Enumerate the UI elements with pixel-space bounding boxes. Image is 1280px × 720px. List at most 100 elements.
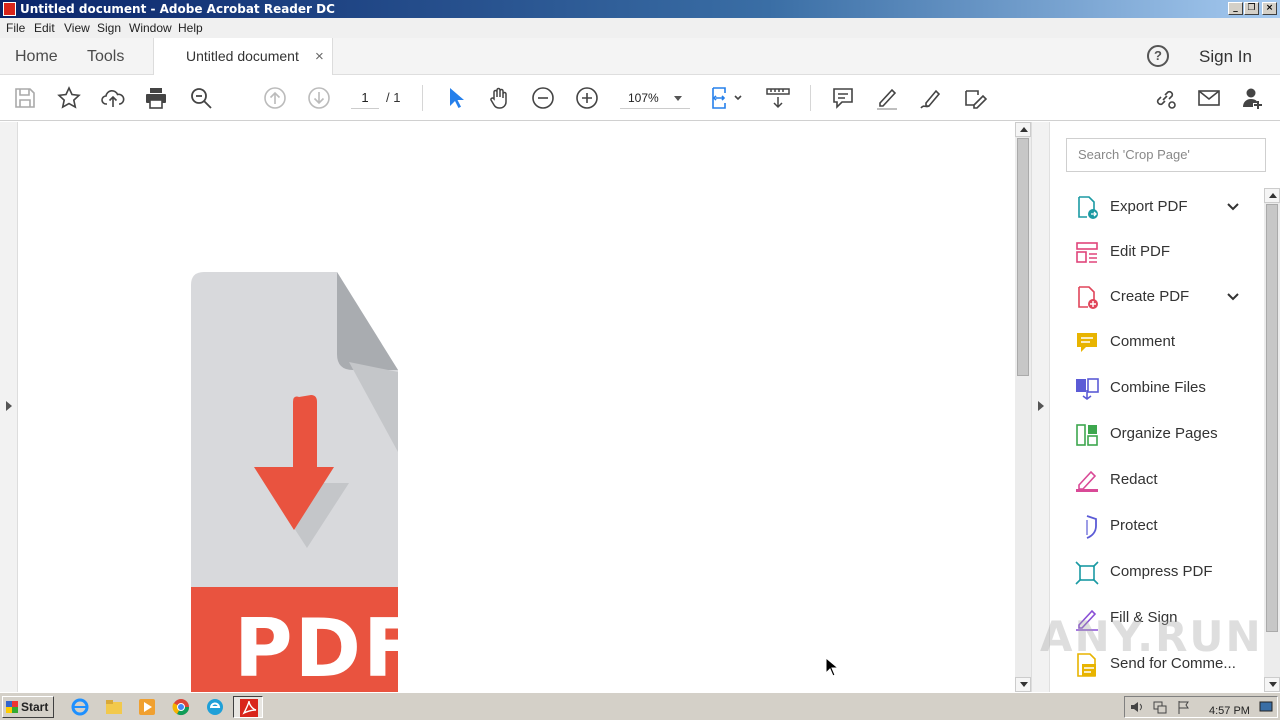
add-user-icon[interactable] <box>1240 85 1266 111</box>
zoom-out-icon[interactable] <box>530 85 556 111</box>
previous-page-icon[interactable] <box>262 85 288 111</box>
tool-label: Comment <box>1110 333 1176 350</box>
compress-pdf-icon <box>1075 561 1099 585</box>
next-page-icon[interactable] <box>306 85 332 111</box>
hand-tool-icon[interactable] <box>486 85 512 111</box>
window-title: Untitled document - Adobe Acrobat Reader… <box>20 2 335 16</box>
highlight-pen-icon[interactable] <box>874 85 900 111</box>
action-center-flag-icon[interactable] <box>1177 700 1191 714</box>
scrollbar-thumb[interactable] <box>1017 138 1029 376</box>
scroll-up-button[interactable] <box>1015 122 1031 137</box>
fit-page-icon[interactable] <box>708 85 744 111</box>
chevron-down-icon[interactable] <box>1226 200 1240 214</box>
email-icon[interactable] <box>1196 85 1222 111</box>
mouse-cursor-icon <box>825 657 839 677</box>
show-desktop-icon[interactable] <box>1259 700 1273 714</box>
tool-label: Edit PDF <box>1110 243 1171 260</box>
nav-bar: Home Tools Untitled document × ? Sign In <box>0 38 1280 76</box>
restore-button[interactable]: ❐ <box>1244 2 1259 15</box>
volume-icon[interactable] <box>1130 700 1144 714</box>
tool-label: Redact <box>1110 471 1158 488</box>
help-icon[interactable]: ? <box>1147 45 1169 67</box>
bookmark-star-icon[interactable] <box>56 85 82 111</box>
zoom-search-icon[interactable] <box>188 85 214 111</box>
tool-item-redact[interactable]: Redact <box>1066 460 1252 500</box>
menu-file[interactable]: File <box>6 21 25 35</box>
tool-item-export-pdf[interactable]: Export PDF <box>1066 187 1252 227</box>
chevron-down-icon <box>674 96 682 101</box>
tool-label: Create PDF <box>1110 288 1190 305</box>
scroll-down-button[interactable] <box>1264 677 1280 692</box>
comment-icon[interactable] <box>830 85 856 111</box>
windows-logo-icon <box>6 701 18 713</box>
document-page[interactable]: PDF <box>19 122 1015 695</box>
menu-window[interactable]: Window <box>129 21 172 35</box>
tool-item-comment[interactable]: Comment <box>1066 322 1252 362</box>
right-panel-toggle[interactable] <box>1031 122 1049 692</box>
share-link-icon[interactable] <box>1152 85 1178 111</box>
zoom-in-icon[interactable] <box>574 85 600 111</box>
tab-tools[interactable]: Tools <box>87 38 124 75</box>
menu-view[interactable]: View <box>64 21 90 35</box>
tool-item-protect[interactable]: Protect <box>1066 506 1252 546</box>
chevron-down-icon[interactable] <box>1226 290 1240 304</box>
acrobat-app-icon <box>3 2 16 16</box>
acrobat-taskbar-button[interactable] <box>233 696 263 718</box>
scrollbar-thumb[interactable] <box>1266 204 1278 632</box>
page-total: / 1 <box>386 90 401 105</box>
menu-sign[interactable]: Sign <box>97 21 121 35</box>
protect-icon <box>1086 515 1097 539</box>
left-panel-toggle[interactable] <box>0 122 18 692</box>
taskbar: Start 4:57 PM <box>0 692 1280 720</box>
zoom-level-value: 107% <box>628 91 659 105</box>
scroll-down-button[interactable] <box>1015 677 1031 692</box>
zoom-level-select[interactable]: 107% <box>620 87 690 109</box>
edit-pdf-icon <box>1076 242 1098 263</box>
start-button[interactable]: Start <box>2 696 54 718</box>
fill-sign-icon[interactable] <box>962 85 988 111</box>
scroll-mode-icon[interactable] <box>765 85 791 111</box>
sign-in-button[interactable]: Sign In <box>1199 38 1252 75</box>
tool-item-compress-pdf[interactable]: Compress PDF <box>1066 552 1252 592</box>
comment-icon <box>1077 333 1097 352</box>
document-scrollbar[interactable] <box>1015 122 1031 692</box>
toolbar: 1 / 1 107% <box>0 75 1280 121</box>
tab-home[interactable]: Home <box>15 38 58 75</box>
menu-help[interactable]: Help <box>178 21 203 35</box>
tools-pane: Search 'Crop Page' Export PDF Edit PDF Cre… <box>1049 122 1280 692</box>
media-player-icon[interactable] <box>138 698 156 716</box>
close-window-button[interactable]: × <box>1262 2 1277 15</box>
tool-label: Organize Pages <box>1110 425 1218 442</box>
tool-item-edit-pdf[interactable]: Edit PDF <box>1066 232 1252 272</box>
tool-label: Export PDF <box>1110 198 1188 215</box>
organize-pages-icon <box>1076 424 1098 446</box>
minimize-button[interactable]: _ <box>1228 2 1243 15</box>
watermark: ANY.RUN <box>1040 612 1263 661</box>
menu-edit[interactable]: Edit <box>34 21 55 35</box>
network-icon[interactable] <box>1153 700 1167 714</box>
save-icon[interactable] <box>12 85 38 111</box>
print-icon[interactable] <box>143 85 169 111</box>
tool-item-combine-files[interactable]: Combine Files <box>1066 368 1252 408</box>
select-cursor-icon[interactable] <box>442 85 468 111</box>
close-tab-icon[interactable]: × <box>315 38 324 75</box>
tool-item-create-pdf[interactable]: Create PDF <box>1066 277 1252 317</box>
start-label: Start <box>21 700 49 714</box>
file-explorer-icon[interactable] <box>105 698 123 716</box>
tab-document[interactable]: Untitled document × <box>153 38 333 76</box>
internet-explorer-icon[interactable] <box>71 698 89 716</box>
page-number-input[interactable]: 1 <box>351 89 379 109</box>
tool-item-organize-pages[interactable]: Organize Pages <box>1066 414 1252 454</box>
edge-icon[interactable] <box>206 698 224 716</box>
scroll-up-button[interactable] <box>1264 188 1280 203</box>
document-tab-label: Untitled document <box>186 48 299 64</box>
tool-label: Compress PDF <box>1110 563 1213 580</box>
tools-search-input[interactable]: Search 'Crop Page' <box>1066 138 1266 172</box>
tool-label: Combine Files <box>1110 379 1206 396</box>
chrome-icon[interactable] <box>172 698 190 716</box>
tools-pane-scrollbar[interactable] <box>1264 188 1280 692</box>
export-pdf-icon <box>1078 196 1098 219</box>
upload-cloud-icon[interactable] <box>100 85 126 111</box>
combine-files-icon <box>1076 378 1099 400</box>
draw-sign-icon[interactable] <box>918 85 944 111</box>
